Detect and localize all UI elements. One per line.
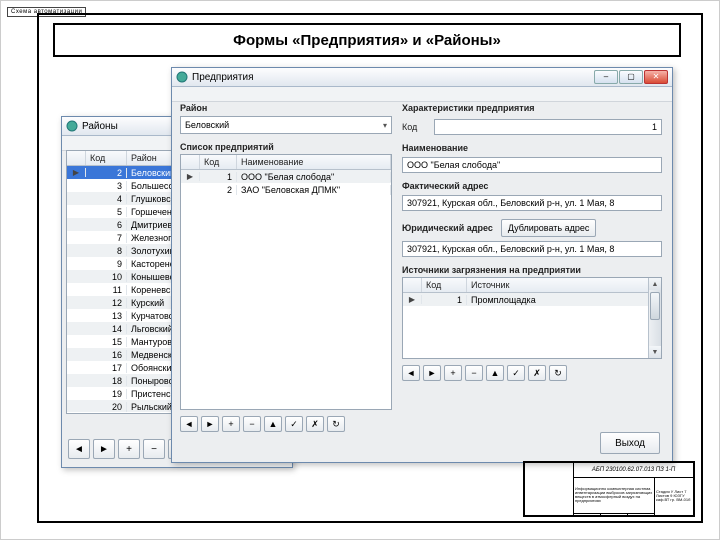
nav-button[interactable]: + [444, 365, 462, 381]
enterprises-grid[interactable]: Код Наименование ▶1ООО "Белая слобода"2З… [180, 154, 392, 410]
district-combo[interactable]: Беловский [180, 116, 392, 134]
nav-button[interactable]: ► [93, 439, 115, 459]
duplicate-address-button[interactable]: Дублировать адрес [501, 219, 597, 237]
window-title: Предприятия [192, 72, 253, 83]
nav-button[interactable]: ✓ [285, 416, 303, 432]
scroll-thumb[interactable] [650, 292, 660, 320]
window-title: Районы [82, 121, 118, 132]
nav-button[interactable]: ▲ [264, 416, 282, 432]
scroll-down-icon[interactable]: ▼ [649, 346, 661, 358]
nav-button[interactable]: ► [423, 365, 441, 381]
nav-button[interactable]: − [465, 365, 483, 381]
col-code[interactable]: Код [422, 278, 467, 292]
drawing-stamp: АБП 230100.62.07.013 ПЗ 1-П Информационн… [523, 461, 695, 517]
nav-button[interactable]: + [222, 416, 240, 432]
label-props: Характеристики предприятия [402, 103, 662, 113]
nav-button[interactable]: ✗ [306, 416, 324, 432]
nav-button[interactable]: + [118, 439, 140, 459]
label-district: Район [180, 103, 392, 113]
district-value: Беловский [185, 120, 229, 130]
scroll-up-icon[interactable]: ▲ [649, 278, 661, 290]
nav-button[interactable]: − [143, 439, 165, 459]
label-code: Код [402, 122, 428, 132]
minimize-button[interactable]: – [594, 70, 618, 84]
label-name: Наименование [402, 143, 662, 153]
nav-button[interactable]: ◄ [180, 416, 198, 432]
sources-grid[interactable]: Код Источник ▶1Промплощадка ▲ ▼ [402, 277, 662, 359]
nav-bar-list: ◄►+−▲✓✗↻ [180, 416, 392, 432]
nav-button[interactable]: ✗ [528, 365, 546, 381]
app-icon [66, 120, 78, 132]
table-row[interactable]: ▶1Промплощадка [403, 293, 661, 306]
maximize-button[interactable]: ▢ [619, 70, 643, 84]
nav-button[interactable]: ↻ [327, 416, 345, 432]
col-code[interactable]: Код [86, 151, 127, 165]
label-legal: Юридический адрес [402, 223, 493, 233]
fact-address-field[interactable]: 307921, Курская обл., Беловский р-н, ул.… [402, 195, 662, 211]
col-source[interactable]: Источник [467, 278, 661, 292]
nav-bar-sources: ◄►+−▲✓✗↻ [402, 365, 662, 381]
nav-button[interactable]: ◄ [402, 365, 420, 381]
legal-address-field[interactable]: 307921, Курская обл., Беловский р-н, ул.… [402, 241, 662, 257]
exit-button[interactable]: Выход [600, 432, 660, 454]
nav-button[interactable]: − [243, 416, 261, 432]
col-code[interactable]: Код [200, 155, 237, 169]
col-name[interactable]: Наименование [237, 155, 391, 169]
name-field[interactable]: ООО "Белая слобода" [402, 157, 662, 173]
nav-button[interactable]: ✓ [507, 365, 525, 381]
close-button[interactable]: ✕ [644, 70, 668, 84]
app-icon [176, 71, 188, 83]
table-row[interactable]: 2ЗАО "Беловская ДПМК" [181, 183, 391, 196]
label-list: Список предприятий [180, 142, 392, 152]
label-fact: Фактический адрес [402, 181, 662, 191]
window-enterprises: Предприятия – ▢ ✕ Район Беловский Список… [171, 67, 673, 463]
nav-button[interactable]: ▲ [486, 365, 504, 381]
table-row[interactable]: ▶1ООО "Белая слобода" [181, 170, 391, 183]
menu-strip [172, 87, 672, 102]
titlebar-enterprises[interactable]: Предприятия – ▢ ✕ [172, 68, 672, 87]
scrollbar[interactable]: ▲ ▼ [648, 278, 661, 358]
nav-button[interactable]: ► [201, 416, 219, 432]
code-field[interactable]: 1 [434, 119, 662, 135]
nav-button[interactable]: ◄ [68, 439, 90, 459]
page-title: Формы «Предприятия» и «Районы» [53, 23, 681, 57]
label-sources: Источники загрязнения на предприятии [402, 265, 662, 275]
nav-button[interactable]: ↻ [549, 365, 567, 381]
